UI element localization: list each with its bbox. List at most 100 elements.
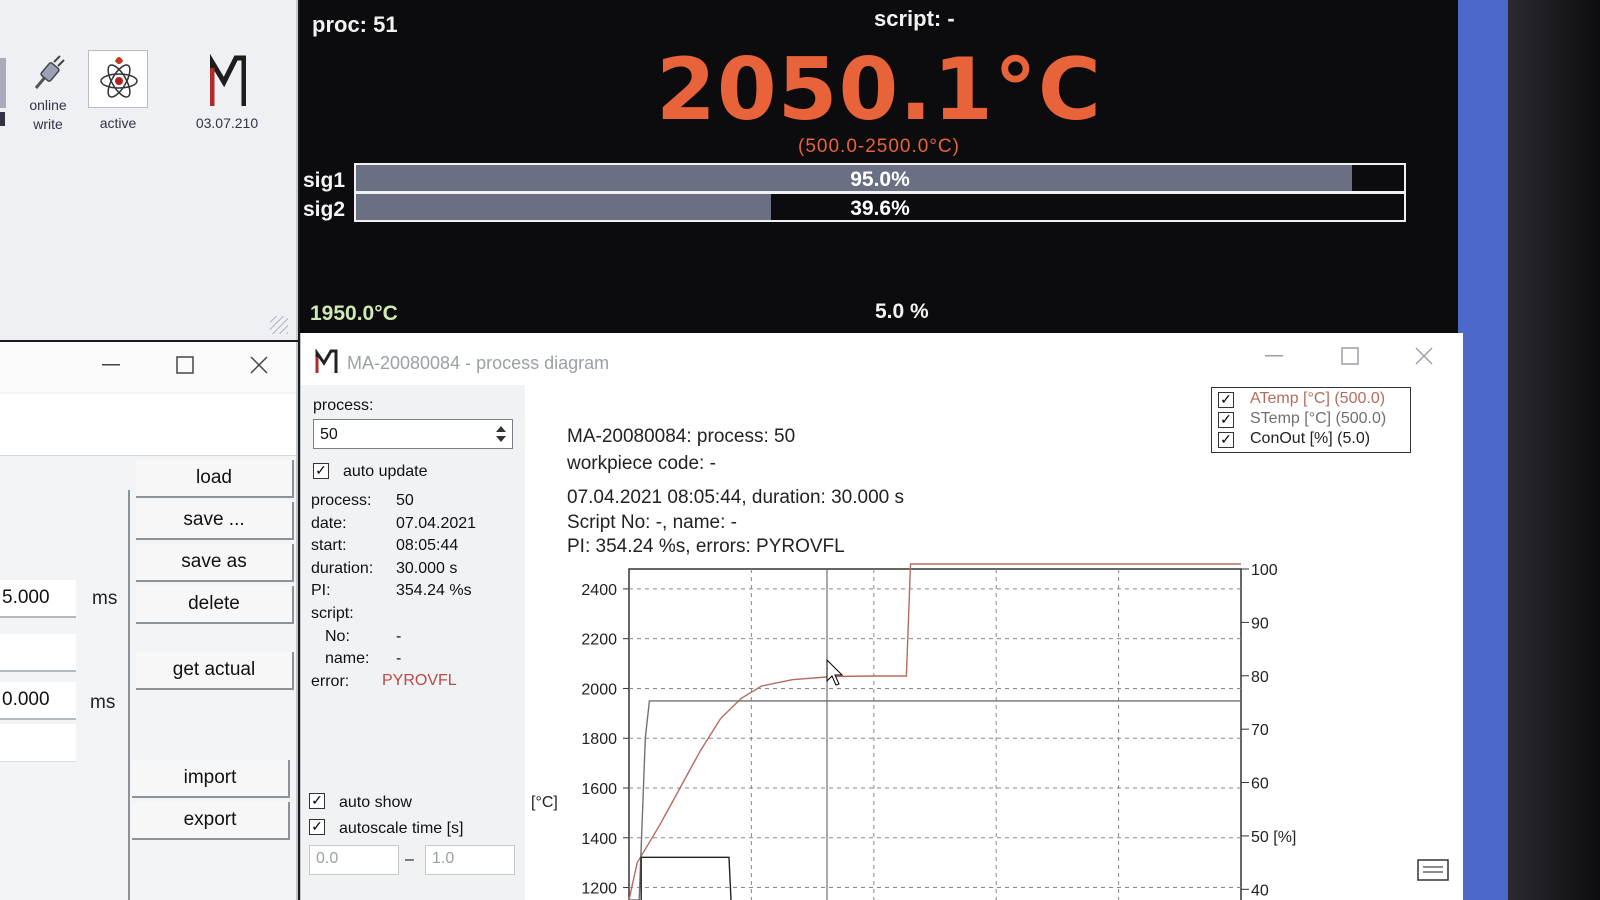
- detail-date-label: date:: [311, 515, 347, 532]
- detail-process-value: 50: [396, 492, 414, 509]
- get-actual-button[interactable]: get actual: [136, 652, 294, 690]
- legend-atemp-label: ATemp [°C] (500.0): [1250, 390, 1386, 407]
- left-tick-label: 1600: [581, 781, 617, 798]
- cropped-label: [0, 112, 5, 126]
- plug-icon: [34, 55, 65, 89]
- sig2-value: 39.6%: [850, 197, 910, 220]
- process-side-panel: process: 50 ✓ auto update process: 50 da…: [301, 385, 525, 900]
- atom-icon: [100, 57, 138, 98]
- detail-error-value: PYROVFL: [382, 672, 457, 689]
- process-label: process:: [313, 397, 374, 414]
- maximize-icon[interactable]: [176, 356, 194, 374]
- left-tick-label: 2400: [581, 582, 617, 599]
- maximize-icon[interactable]: [1341, 347, 1359, 365]
- detail-name-label: name:: [325, 650, 370, 667]
- save-as-button[interactable]: save as: [136, 544, 294, 582]
- right-tick-label: 100: [1251, 562, 1278, 579]
- detail-duration-label: duration:: [311, 560, 374, 577]
- auto-update-label: auto update: [343, 463, 428, 480]
- minimize-icon[interactable]: [1265, 355, 1283, 359]
- script-status: script: -: [874, 6, 955, 31]
- blank-field-2[interactable]: [0, 724, 76, 762]
- legend-atemp-checkbox[interactable]: ✓: [1218, 392, 1234, 408]
- plot-area: [628, 568, 1242, 900]
- legend-stemp-label: STemp [°C] (500.0): [1250, 410, 1387, 427]
- cropped-icon: [0, 58, 6, 108]
- maurer-logo-icon: [210, 54, 246, 106]
- online-write-button[interactable]: online write: [26, 52, 70, 134]
- time-field-1[interactable]: 5.000: [0, 580, 76, 618]
- export-button[interactable]: export: [132, 802, 290, 840]
- chart-legend: ✓ ATemp [°C] (500.0) ✓ STemp [°C] (500.0…: [1211, 387, 1411, 453]
- import-button[interactable]: import: [132, 760, 290, 798]
- monitor-bezel: [1508, 0, 1600, 900]
- process-diagram-window: MA-20080084 - process diagram process: 5…: [300, 333, 1463, 900]
- process-spinner-value: 50: [320, 426, 338, 443]
- active-label: active: [99, 115, 137, 131]
- auto-update-checkbox[interactable]: ✓: [313, 463, 329, 479]
- blank-field[interactable]: [0, 634, 76, 672]
- process-spinner[interactable]: 50: [313, 419, 513, 449]
- right-tick-label: 60: [1251, 776, 1269, 793]
- detail-start-label: start:: [311, 537, 347, 554]
- time-to-input[interactable]: 1.0: [425, 845, 515, 875]
- atom-icon-frame: [88, 50, 148, 108]
- legend-stemp-checkbox[interactable]: ✓: [1218, 412, 1234, 428]
- time-from-input[interactable]: 0.0: [309, 845, 399, 875]
- detail-pi-label: PI:: [311, 582, 331, 599]
- detail-pi-value: 354.24 %s: [396, 582, 472, 599]
- low-percent: 5.0 %: [875, 300, 929, 323]
- keyboard-icon[interactable]: [1417, 859, 1449, 881]
- sig1-value: 95.0%: [850, 168, 910, 191]
- auto-show-checkbox[interactable]: ✓: [309, 793, 325, 809]
- auto-show-label: auto show: [339, 794, 412, 811]
- legend-conout-label: ConOut [%] (5.0): [1250, 430, 1371, 447]
- y2-axis-label: 50 [%]: [1251, 829, 1296, 846]
- time-range-dash: –: [405, 851, 414, 868]
- temperature-range: (500.0-2500.0°C): [798, 136, 960, 157]
- left-tick-label: 2000: [581, 681, 617, 698]
- save-button[interactable]: save ...: [136, 502, 294, 540]
- right-tick-label: 40: [1251, 882, 1269, 899]
- time-unit-2: ms: [90, 692, 116, 713]
- detail-date-value: 07.04.2021: [396, 515, 477, 532]
- window-title: MA-20080084 - process diagram: [347, 353, 610, 373]
- info-line-5: PI: 354.24 %s, errors: PYROVFL: [567, 536, 845, 557]
- app-logo-icon: [315, 349, 338, 373]
- resize-grip-icon[interactable]: [270, 316, 288, 334]
- info-line-3: 07.04.2021 08:05:44, duration: 30.000 s: [567, 487, 904, 508]
- detail-no-label: No:: [325, 628, 350, 645]
- detail-start-value: 08:05:44: [396, 537, 459, 554]
- proc-number: proc: 51: [312, 12, 398, 37]
- right-tick-label: 70: [1251, 722, 1269, 739]
- legend-conout-checkbox[interactable]: ✓: [1218, 432, 1234, 448]
- left-tick-label: 1800: [581, 731, 617, 748]
- minimize-icon[interactable]: [102, 364, 120, 368]
- active-button[interactable]: active: [88, 50, 148, 134]
- autoscale-label: autoscale time [s]: [339, 820, 464, 837]
- write-label: write: [33, 116, 63, 132]
- process-chart: 2400 2200 2000 1800 1600 1400 1200 100 90 80 70 60 4…: [531, 562, 1296, 900]
- info-line-2: workpiece code: -: [567, 453, 716, 474]
- info-line-4: Script No: -, name: -: [567, 512, 737, 533]
- detail-script-label: script:: [311, 605, 354, 622]
- right-tick-label: 80: [1251, 669, 1269, 686]
- close-icon[interactable]: [1415, 347, 1433, 365]
- detail-no-value: -: [396, 628, 402, 645]
- sig1-bar: 95.0%: [354, 163, 1406, 193]
- divider: [128, 490, 130, 900]
- toolbar-window: online write active 03.07.210: [0, 0, 298, 340]
- delete-button[interactable]: delete: [136, 586, 294, 624]
- spin-arrows-icon[interactable]: [492, 422, 510, 446]
- autoscale-checkbox[interactable]: ✓: [309, 819, 325, 835]
- load-button[interactable]: load: [136, 460, 294, 498]
- version-button[interactable]: 03.07.210: [186, 52, 268, 134]
- settings-window: load save ... save as delete get actual …: [0, 342, 298, 900]
- close-icon[interactable]: [250, 356, 268, 374]
- left-tick-label: 2200: [581, 632, 617, 649]
- sig1-label: sig1: [303, 169, 346, 192]
- sig2-label: sig2: [303, 198, 346, 221]
- low-temperature: 1950.0°C: [310, 302, 398, 325]
- online-label: online: [29, 97, 67, 113]
- time-field-2[interactable]: 0.000: [0, 682, 76, 720]
